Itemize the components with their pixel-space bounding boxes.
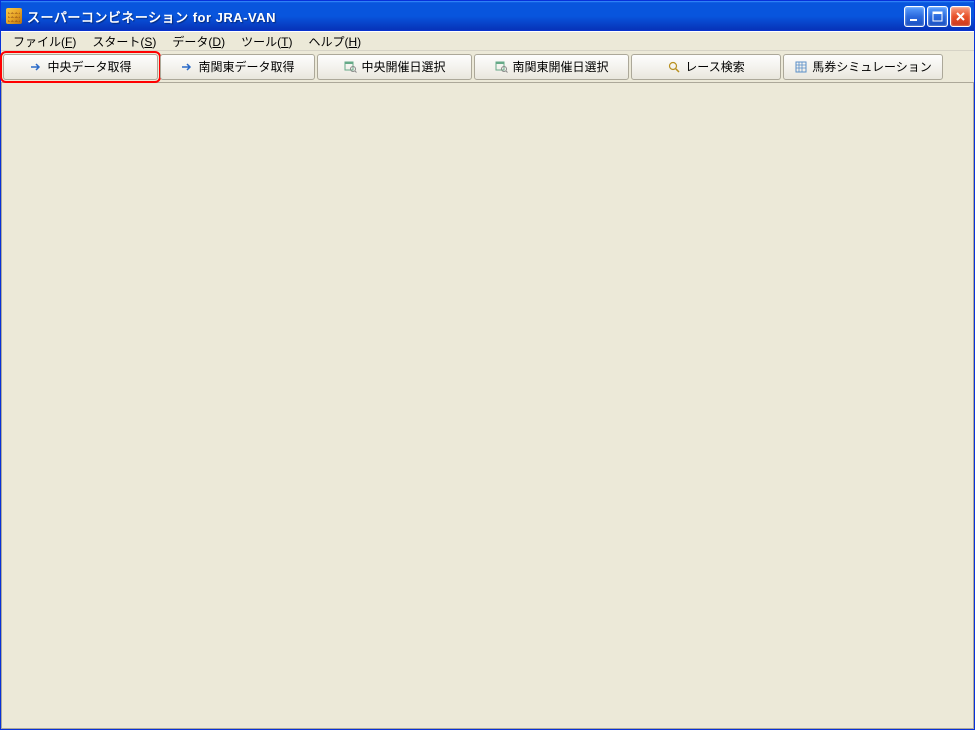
calendar-search-icon xyxy=(343,60,357,74)
search-icon xyxy=(667,60,681,74)
button-label: 南関東データ取得 xyxy=(198,58,294,75)
button-label: レース検索 xyxy=(685,58,744,75)
toolbar: 中央データ取得 南関東データ取得 中央開催日選択 南関東開催日選択 レース検索 xyxy=(1,51,974,83)
race-search-button[interactable]: レース検索 xyxy=(631,54,781,80)
minimize-icon xyxy=(909,11,920,22)
button-label: 中央開催日選択 xyxy=(361,58,445,75)
app-window: スーパーコンビネーション for JRA-VAN ファイル(F) スタ xyxy=(0,0,975,730)
nankan-date-button[interactable]: 南関東開催日選択 xyxy=(474,54,629,80)
maximize-button[interactable] xyxy=(927,6,948,27)
menu-tool[interactable]: ツール(T) xyxy=(233,31,300,52)
window-controls xyxy=(904,6,971,27)
menu-help[interactable]: ヘルプ(H) xyxy=(300,31,369,52)
minimize-button[interactable] xyxy=(904,6,925,27)
button-label: 南関東開催日選択 xyxy=(512,58,608,75)
window-title: スーパーコンビネーション for JRA-VAN xyxy=(27,7,904,26)
central-data-button[interactable]: 中央データ取得 xyxy=(3,54,158,80)
close-button[interactable] xyxy=(950,6,971,27)
titlebar: スーパーコンビネーション for JRA-VAN xyxy=(1,1,974,31)
button-label: 中央データ取得 xyxy=(47,58,131,75)
maximize-icon xyxy=(932,11,943,22)
close-icon xyxy=(955,11,966,22)
menu-start[interactable]: スタート(S) xyxy=(84,31,164,52)
button-label: 馬券シミュレーション xyxy=(812,58,932,75)
calendar-search-icon xyxy=(494,60,508,74)
ticket-sim-button[interactable]: 馬券シミュレーション xyxy=(783,54,943,80)
arrow-right-icon xyxy=(180,60,194,74)
nankan-data-button[interactable]: 南関東データ取得 xyxy=(160,54,315,80)
menu-file[interactable]: ファイル(F) xyxy=(5,31,84,52)
grid-icon xyxy=(794,60,808,74)
menubar: ファイル(F) スタート(S) データ(D) ツール(T) ヘルプ(H) xyxy=(1,31,974,51)
arrow-right-icon xyxy=(29,60,43,74)
central-date-button[interactable]: 中央開催日選択 xyxy=(317,54,472,80)
content-area xyxy=(1,83,974,729)
app-icon xyxy=(6,8,22,24)
menu-data[interactable]: データ(D) xyxy=(164,31,233,52)
